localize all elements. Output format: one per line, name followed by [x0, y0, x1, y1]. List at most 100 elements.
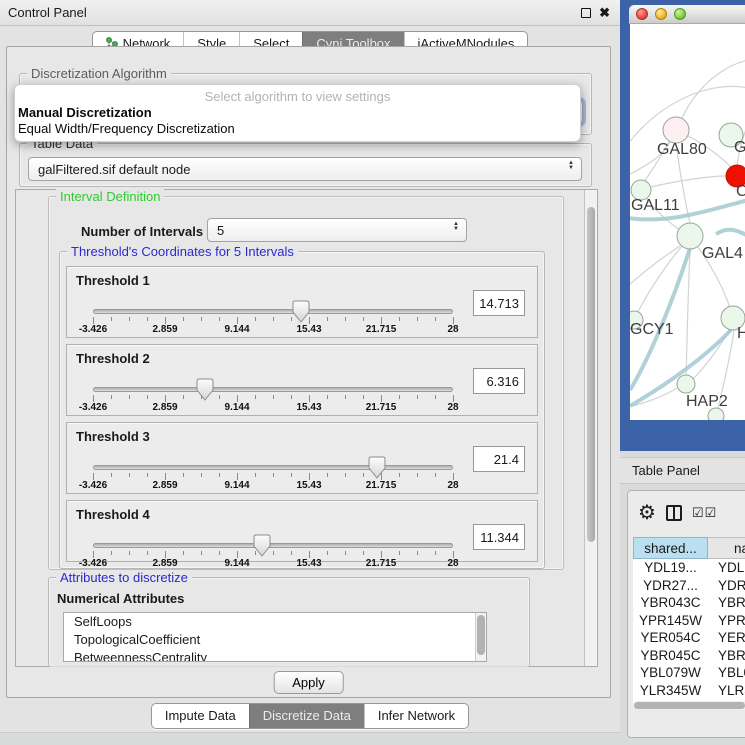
slider-track[interactable] — [93, 309, 453, 314]
cell-name[interactable]: YDR2 — [708, 577, 745, 595]
cell-name[interactable]: YDL1 — [708, 559, 745, 577]
network-node[interactable] — [677, 223, 703, 249]
algorithm-placeholder-option[interactable]: Select algorithm to view settings — [15, 89, 580, 104]
slider-tick-label: -3.426 — [79, 402, 107, 413]
table-toolbar: ⚙ ☑☑ — [628, 491, 745, 535]
select-all-checkbox-icon[interactable]: ☑☑ — [692, 505, 717, 521]
network-edge[interactable] — [651, 176, 726, 187]
cell-name[interactable]: YBR0 — [708, 647, 745, 665]
cell-shared-name[interactable]: YBR045C — [633, 647, 708, 665]
spinner-arrows-icon: ▲▼ — [453, 222, 459, 232]
minimize-traffic-light-icon[interactable] — [655, 8, 667, 20]
network-edge[interactable] — [630, 246, 680, 286]
cell-shared-name[interactable]: YLR345W — [633, 682, 708, 700]
close-traffic-light-icon[interactable] — [636, 8, 648, 20]
slider-track[interactable] — [93, 543, 453, 548]
network-node-label: HAP2 — [686, 393, 728, 410]
table-row[interactable]: YLR345WYLR3 — [633, 682, 745, 700]
numerical-attributes-list[interactable]: SelfLoopsTopologicalCoefficientBetweenne… — [63, 612, 487, 662]
slider-tick-label: 2.859 — [152, 558, 177, 569]
cell-shared-name[interactable]: YBR043C — [633, 594, 708, 612]
attribute-list-item[interactable]: TopologicalCoefficient — [64, 631, 486, 649]
table-data-group: Table Data galFiltered.sif default node … — [19, 143, 592, 187]
network-canvas[interactable]: GAL80GCGAL11GAL4GCY1HHAP2 — [630, 24, 745, 420]
cell-name[interactable]: YLR3 — [708, 682, 745, 700]
threshold-value-field[interactable]: 6.316 — [473, 368, 525, 394]
zoom-traffic-light-icon[interactable] — [674, 8, 686, 20]
cyni-toolbox-content: Discretization Algorithm ▲▼ Select algor… — [6, 46, 611, 698]
slider-tick-label: 28 — [447, 324, 458, 335]
tab-discretize-data[interactable]: Discretize Data — [249, 704, 364, 728]
cell-shared-name[interactable]: YDR27... — [633, 577, 708, 595]
network-node[interactable] — [708, 408, 724, 420]
node-table[interactable]: shared... na YDL19...YDL1YDR27...YDR2YBR… — [633, 537, 745, 705]
attribute-list-item[interactable]: SelfLoops — [64, 613, 486, 631]
threshold-value-field[interactable]: 11.344 — [473, 524, 525, 550]
apply-button[interactable]: Apply — [273, 671, 344, 694]
network-view-window: GAL80GCGAL11GAL4GCY1HHAP2 — [620, 0, 745, 451]
slider-thumb[interactable] — [292, 300, 310, 324]
float-window-icon[interactable] — [581, 8, 591, 18]
cell-shared-name[interactable]: YER054C — [633, 629, 708, 647]
slider-tick-label: 15.43 — [296, 480, 321, 491]
slider-tick-label: 9.144 — [224, 402, 249, 413]
tab-impute-data[interactable]: Impute Data — [152, 704, 249, 728]
network-window-titlebar — [629, 5, 745, 24]
slider-tick-label: 21.715 — [366, 402, 397, 413]
cell-name[interactable]: YBL0 — [708, 664, 745, 682]
network-edge[interactable] — [686, 249, 690, 375]
attributes-group: Attributes to discretize Numerical Attri… — [48, 577, 530, 667]
attributes-scrollbar[interactable] — [475, 613, 486, 661]
cell-name[interactable]: YBR0 — [708, 594, 745, 612]
column-header-shared-name[interactable]: shared... — [633, 537, 708, 559]
slider-track[interactable] — [93, 465, 453, 470]
cell-shared-name[interactable]: YBL079W — [633, 664, 708, 682]
slider-tick-label: 21.715 — [366, 480, 397, 491]
table-row[interactable]: YPR145WYPR1 — [633, 612, 745, 630]
table-header-row[interactable]: shared... na — [633, 537, 745, 559]
tab-infer-network[interactable]: Infer Network — [364, 704, 468, 728]
table-row[interactable]: YDL19...YDL1 — [633, 559, 745, 577]
cell-shared-name[interactable]: YDL19... — [633, 559, 708, 577]
table-row[interactable]: YER054CYER0 — [633, 629, 745, 647]
network-edge[interactable] — [638, 246, 682, 312]
slider-tick-label: 2.859 — [152, 480, 177, 491]
table-data-combobox[interactable]: galFiltered.sif default node ▲▼ — [28, 157, 582, 181]
slider-tick-label: 28 — [447, 480, 458, 491]
table-row[interactable]: YBL079WYBL0 — [633, 664, 745, 682]
number-of-intervals-spinner[interactable]: 5 ▲▼ — [207, 218, 467, 242]
network-edge-highlighted[interactable] — [716, 230, 745, 236]
slider-tick-label: 21.715 — [366, 558, 397, 569]
network-node[interactable] — [677, 375, 695, 393]
slider-thumb[interactable] — [368, 456, 386, 480]
cell-shared-name[interactable]: YPR145W — [633, 612, 708, 630]
network-node[interactable] — [663, 117, 689, 143]
column-header-name[interactable]: na — [708, 537, 745, 559]
table-row[interactable]: YDR27...YDR2 — [633, 577, 745, 595]
slider-tick-label: 28 — [447, 558, 458, 569]
settings-scroll-area: Interval Definition Number of Intervals … — [15, 189, 598, 667]
threshold-value-field[interactable]: 21.4 — [473, 446, 525, 472]
attribute-list-item[interactable]: BetweennessCentrality — [64, 649, 486, 662]
gear-icon[interactable]: ⚙ — [638, 503, 656, 523]
threshold-value-field[interactable]: 14.713 — [473, 290, 525, 316]
slider-thumb[interactable] — [196, 378, 214, 402]
threshold-panel: Threshold 2-3.4262.8599.14415.4321.71528… — [66, 344, 538, 416]
close-icon[interactable]: ✖ — [599, 8, 610, 18]
table-row[interactable]: YBR043CYBR0 — [633, 594, 745, 612]
table-row[interactable]: YBR045CYBR0 — [633, 647, 745, 665]
network-edge[interactable] — [682, 60, 745, 118]
algorithm-option-manual[interactable]: Manual Discretization — [18, 105, 152, 120]
table-horizontal-scrollbar[interactable] — [633, 701, 745, 710]
slider-tick-label: 9.144 — [224, 558, 249, 569]
slider-tick-label: 15.43 — [296, 558, 321, 569]
columns-icon[interactable] — [666, 505, 682, 521]
slider-track[interactable] — [93, 387, 453, 392]
network-node-label: GAL11 — [631, 197, 680, 214]
slider-thumb[interactable] — [253, 534, 271, 558]
cell-name[interactable]: YER0 — [708, 629, 745, 647]
settings-vertical-scrollbar[interactable] — [584, 190, 597, 666]
cell-name[interactable]: YPR1 — [708, 612, 745, 630]
tab-label: Infer Network — [378, 708, 455, 723]
algorithm-option-equal-width[interactable]: Equal Width/Frequency Discretization — [18, 121, 235, 136]
